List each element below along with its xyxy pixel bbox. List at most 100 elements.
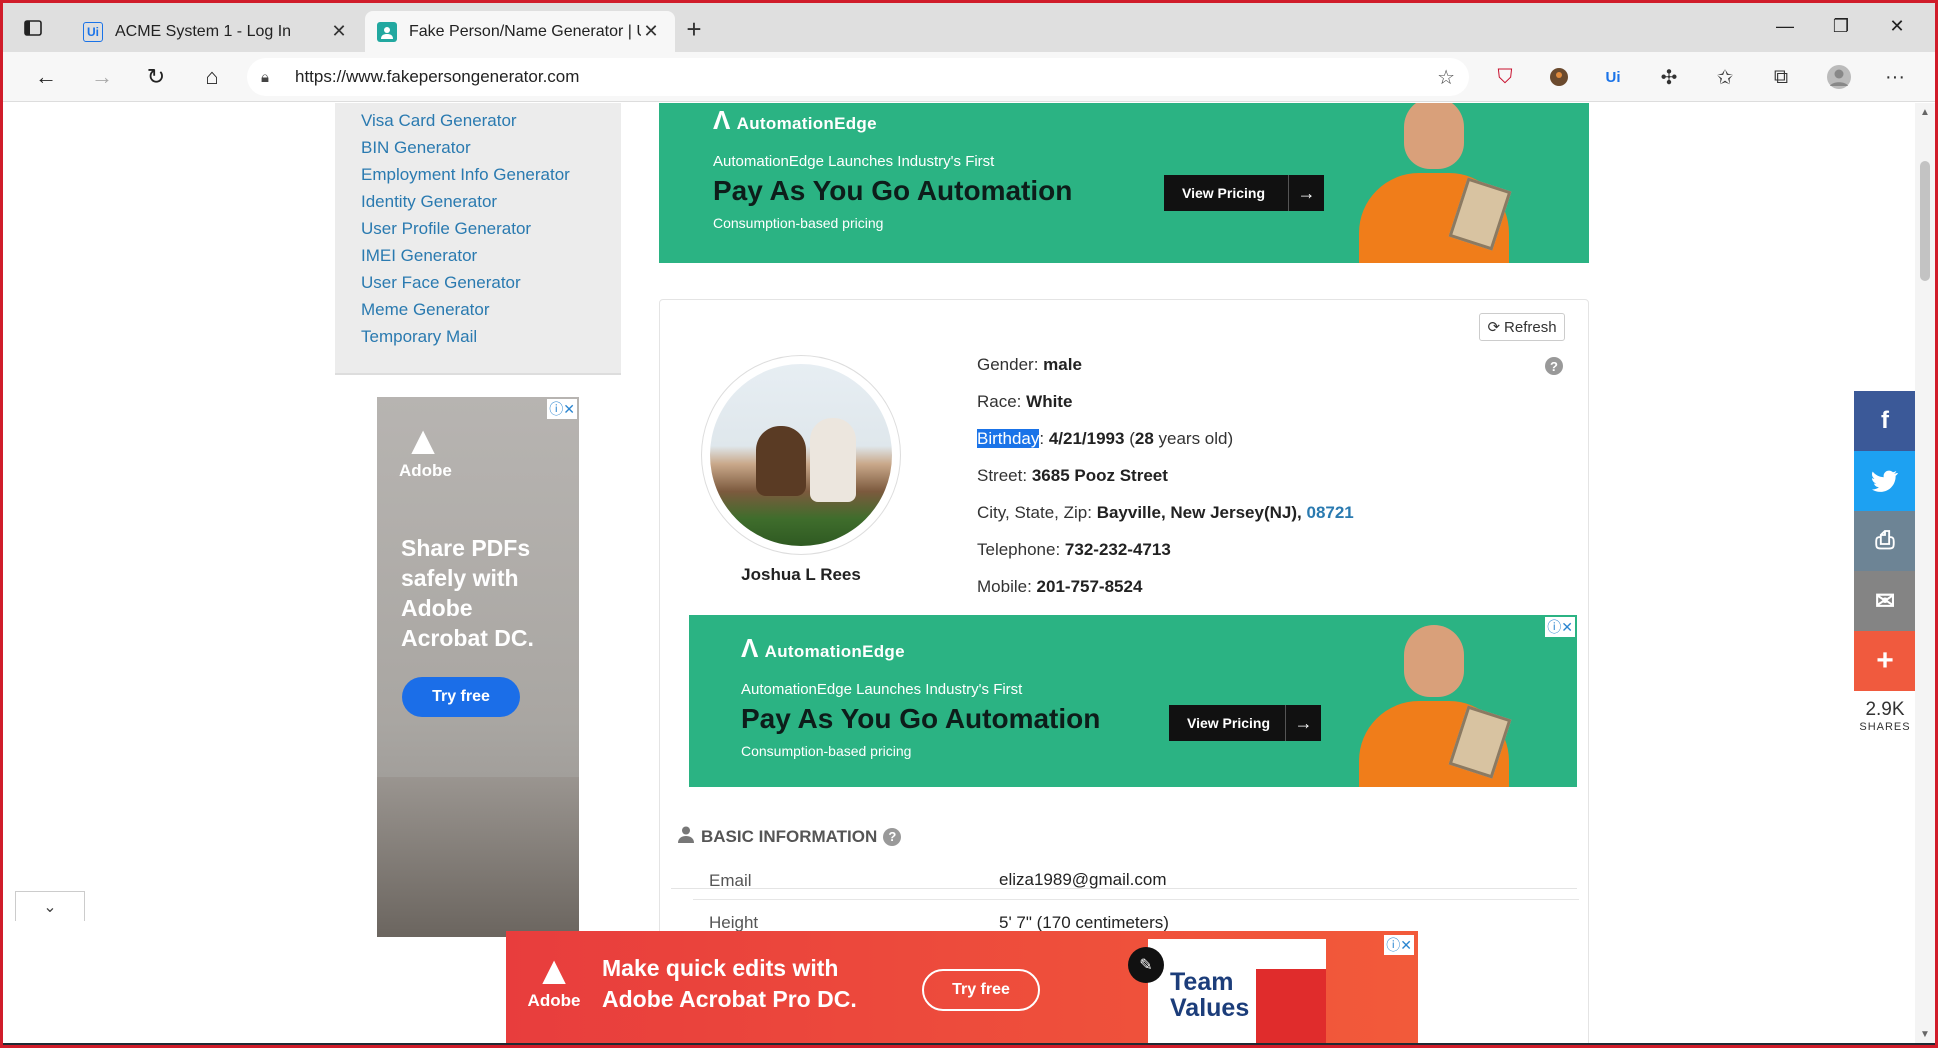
view-pricing-button[interactable]: View Pricing →	[1169, 705, 1321, 741]
doc-graphic	[1256, 969, 1326, 1043]
ad-close-icon[interactable]: ⓘ✕	[1384, 935, 1414, 955]
automationedge-top-ad[interactable]: Λ AutomationEdge AutomationEdge Launches …	[659, 103, 1589, 263]
more-share-icon[interactable]: +	[1854, 631, 1916, 691]
share-bar: f ⎙ ✉ + 2.9K SHARES	[1854, 391, 1916, 733]
mobile-value: 201-757-8524	[1036, 577, 1143, 596]
tab-fake-person[interactable]: Fake Person/Name Generator | U ✕	[365, 11, 675, 52]
ad-message-line1: Make quick edits with	[602, 955, 839, 981]
gender-label: Gender:	[977, 355, 1039, 374]
profile-avatar-icon[interactable]	[1823, 62, 1855, 92]
restore-icon[interactable]: ❐	[1813, 11, 1869, 41]
more-menu-icon[interactable]: ···	[1879, 62, 1911, 92]
sidebar-link-user-face[interactable]: User Face Generator	[361, 269, 621, 296]
email-value: eliza1989@gmail.com	[999, 870, 1167, 889]
page-scrollbar[interactable]: ▲ ▼	[1915, 103, 1935, 1045]
tab-strip: Ui ACME System 1 - Log In ✕ Fake Person/…	[3, 3, 1935, 52]
gender-value: male	[1043, 355, 1082, 374]
collapse-ad-button[interactable]: ⌄	[15, 891, 85, 921]
scroll-down-icon[interactable]: ▼	[1920, 1029, 1930, 1040]
ad-subtitle: AutomationEdge Launches Industry's First	[741, 681, 1023, 698]
edit-pen-icon: ✎	[1128, 947, 1164, 983]
sidebar-link-imei[interactable]: IMEI Generator	[361, 242, 621, 269]
ad-photo	[377, 777, 579, 937]
sidebar-link-temp-mail[interactable]: Temporary Mail	[361, 323, 621, 350]
lock-icon[interactable]: 🔒︎	[261, 69, 279, 86]
close-tab-icon[interactable]: ✕	[329, 21, 349, 42]
window-controls: — ❐ ✕	[1757, 11, 1925, 41]
facebook-share-icon[interactable]: f	[1854, 391, 1916, 451]
mobile-row: Mobile: 201-757-8524	[977, 577, 1142, 597]
url-text[interactable]: https://www.fakepersongenerator.com	[295, 67, 579, 87]
sidebar-link-employment[interactable]: Employment Info Generator	[361, 161, 621, 188]
age-value: 28	[1134, 429, 1154, 448]
tab-acme-login[interactable]: Ui ACME System 1 - Log In ✕	[71, 11, 363, 52]
back-icon[interactable]: ←	[27, 60, 65, 94]
favorites-icon[interactable]: ✩	[1709, 62, 1741, 92]
refresh-button[interactable]: ⟳ Refresh	[1479, 313, 1565, 341]
ad-tagline: Consumption-based pricing	[713, 215, 884, 231]
ae-logo-icon: Λ	[741, 633, 759, 663]
automationedge-inline-ad[interactable]: ⓘ✕ Λ AutomationEdge AutomationEdge Launch…	[689, 615, 1577, 787]
ae-brand-text: AutomationEdge	[736, 114, 877, 133]
sidebar-link-meme[interactable]: Meme Generator	[361, 296, 621, 323]
sidebar-link-user-profile[interactable]: User Profile Generator	[361, 215, 621, 242]
scroll-thumb[interactable]	[1920, 161, 1930, 281]
basic-info-heading: BASIC INFORMATION ?	[677, 825, 902, 848]
age-suffix: years old)	[1153, 429, 1234, 448]
scroll-up-icon[interactable]: ▲	[1920, 107, 1930, 118]
ad-close-icon[interactable]: ⓘ✕	[547, 399, 577, 419]
tab-title: Fake Person/Name Generator | U	[409, 22, 641, 40]
forward-icon[interactable]: →	[83, 60, 121, 94]
try-free-button[interactable]: Try free	[922, 969, 1040, 1011]
address-bar[interactable]: 🔒︎ https://www.fakepersongenerator.com ☆	[247, 58, 1469, 96]
adobe-logo: ▲ Adobe	[526, 951, 582, 1011]
share-label: SHARES	[1859, 721, 1911, 733]
add-favorite-icon[interactable]: ☆	[1437, 65, 1455, 90]
refresh-icon: ⟳	[1487, 319, 1501, 336]
chevron-down-icon: ⌄	[43, 898, 57, 916]
view-pricing-button[interactable]: View Pricing →	[1164, 175, 1324, 211]
sidebar-link-visa[interactable]: Visa Card Generator	[361, 107, 621, 134]
zip-link[interactable]: 08721	[1306, 503, 1353, 522]
extension-avatar-icon[interactable]	[1543, 62, 1575, 92]
adobe-logo: ▲ Adobe	[399, 421, 452, 481]
adobe-side-ad[interactable]: ⓘ✕ ▲ Adobe Share PDFs safely with Adobe …	[377, 397, 579, 937]
adobe-bottom-ad[interactable]: ⓘ✕ ▲ Adobe Make quick edits with Adobe A…	[506, 931, 1418, 1043]
ad-headline: Pay As You Go Automation	[741, 703, 1101, 734]
close-window-icon[interactable]: ✕	[1869, 11, 1925, 41]
uipath-extension-icon[interactable]: Ui	[1597, 62, 1629, 92]
print-share-icon[interactable]: ⎙	[1854, 511, 1916, 571]
twitter-share-icon[interactable]	[1854, 451, 1916, 511]
extensions-puzzle-icon[interactable]: ✣	[1653, 62, 1685, 92]
avatar	[701, 355, 901, 555]
birthday-value: 4/21/1993	[1048, 429, 1125, 448]
uipath-favicon-icon: Ui	[83, 21, 103, 42]
ad-close-icon[interactable]: ⓘ✕	[1545, 617, 1575, 637]
extension-shield-icon[interactable]: ⛉	[1489, 62, 1521, 92]
sidebar-link-identity[interactable]: Identity Generator	[361, 188, 621, 215]
try-free-button[interactable]: Try free	[402, 677, 520, 717]
city-label: City, State, Zip:	[977, 503, 1092, 522]
home-icon[interactable]: ⌂	[193, 60, 231, 94]
person-name: Joshua L Rees	[741, 565, 861, 584]
ad-tagline: Consumption-based pricing	[741, 743, 912, 759]
birthday-label-selected[interactable]: Birthday	[977, 429, 1040, 448]
arrow-right-icon: →	[1285, 705, 1321, 741]
street-row: Street: 3685 Pooz Street	[977, 466, 1168, 486]
sidebar-link-bin[interactable]: BIN Generator	[361, 134, 621, 161]
generator-sidebar: Visa Card Generator BIN Generator Employ…	[335, 103, 621, 375]
minimize-icon[interactable]: —	[1757, 11, 1813, 41]
email-share-icon[interactable]: ✉	[1854, 571, 1916, 631]
new-tab-icon[interactable]: +	[679, 15, 709, 45]
gender-row: Gender: male	[977, 355, 1082, 375]
help-icon[interactable]: ?	[1545, 357, 1563, 375]
collections-icon[interactable]: ⧉	[1765, 62, 1797, 92]
reload-icon[interactable]: ↻	[137, 60, 175, 94]
tab-actions-icon[interactable]	[17, 13, 49, 43]
close-tab-icon[interactable]: ✕	[641, 21, 661, 42]
help-icon[interactable]: ?	[883, 827, 902, 846]
adobe-mark-icon: ▲	[534, 949, 574, 993]
telephone-row: Telephone: 732-232-4713	[977, 540, 1171, 560]
view-pricing-label: View Pricing	[1182, 185, 1265, 201]
ad-person-illustration	[1349, 621, 1519, 787]
